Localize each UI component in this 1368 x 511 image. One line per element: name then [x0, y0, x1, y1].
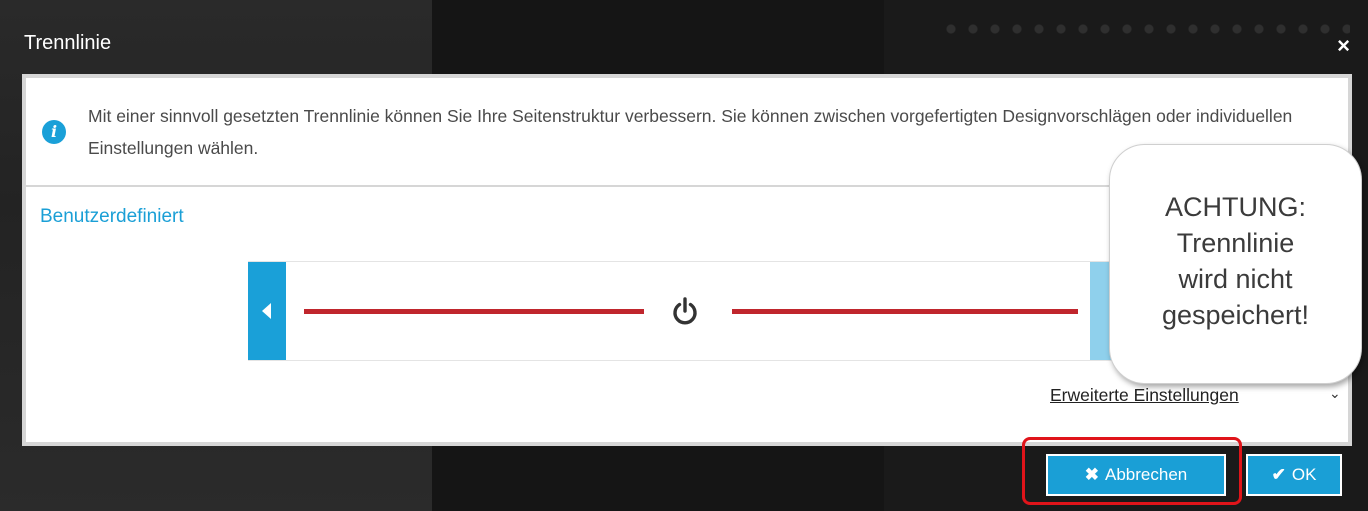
section-title-custom[interactable]: Benutzerdefiniert — [40, 206, 184, 228]
callout-line: wird nicht — [1178, 264, 1293, 294]
arrow-left-icon — [262, 303, 271, 319]
info-icon: i — [42, 120, 66, 144]
close-icon: ✖ — [1084, 465, 1099, 484]
callout-text: ACHTUNG: Trennlinie wird nicht gespeiche… — [1110, 189, 1361, 333]
callout-line: gespeichert! — [1161, 300, 1310, 330]
checkmark-icon: ✔ — [1271, 465, 1286, 484]
dialog-title-bar: Trennlinie × — [8, 8, 1360, 72]
warning-callout: ACHTUNG: Trennlinie wird nicht gespeiche… — [1109, 144, 1362, 384]
cancel-button[interactable]: ✖ Abbrechen — [1046, 454, 1226, 496]
close-button[interactable]: × — [1337, 33, 1350, 59]
extended-settings-link[interactable]: Erweiterte Einstellungen — [1050, 385, 1239, 406]
divider-line-left — [304, 309, 644, 314]
previous-design-button[interactable] — [248, 262, 286, 360]
callout-line: Trennlinie — [1176, 228, 1295, 258]
ok-button-label: OK — [1291, 465, 1317, 484]
trennlinie-dialog: Trennlinie × i Mit einer sinnvoll gesetz… — [8, 8, 1362, 511]
callout-line: ACHTUNG: — [1165, 192, 1306, 222]
cancel-button-label: Abbrechen — [1105, 465, 1188, 484]
chevron-down-icon[interactable]: ⌄ — [1329, 385, 1341, 402]
power-icon — [673, 297, 697, 325]
divider-preview — [248, 261, 1128, 361]
ok-button[interactable]: ✔ OK — [1246, 454, 1342, 496]
divider-line-right — [732, 309, 1078, 314]
dialog-title: Trennlinie — [24, 32, 112, 54]
